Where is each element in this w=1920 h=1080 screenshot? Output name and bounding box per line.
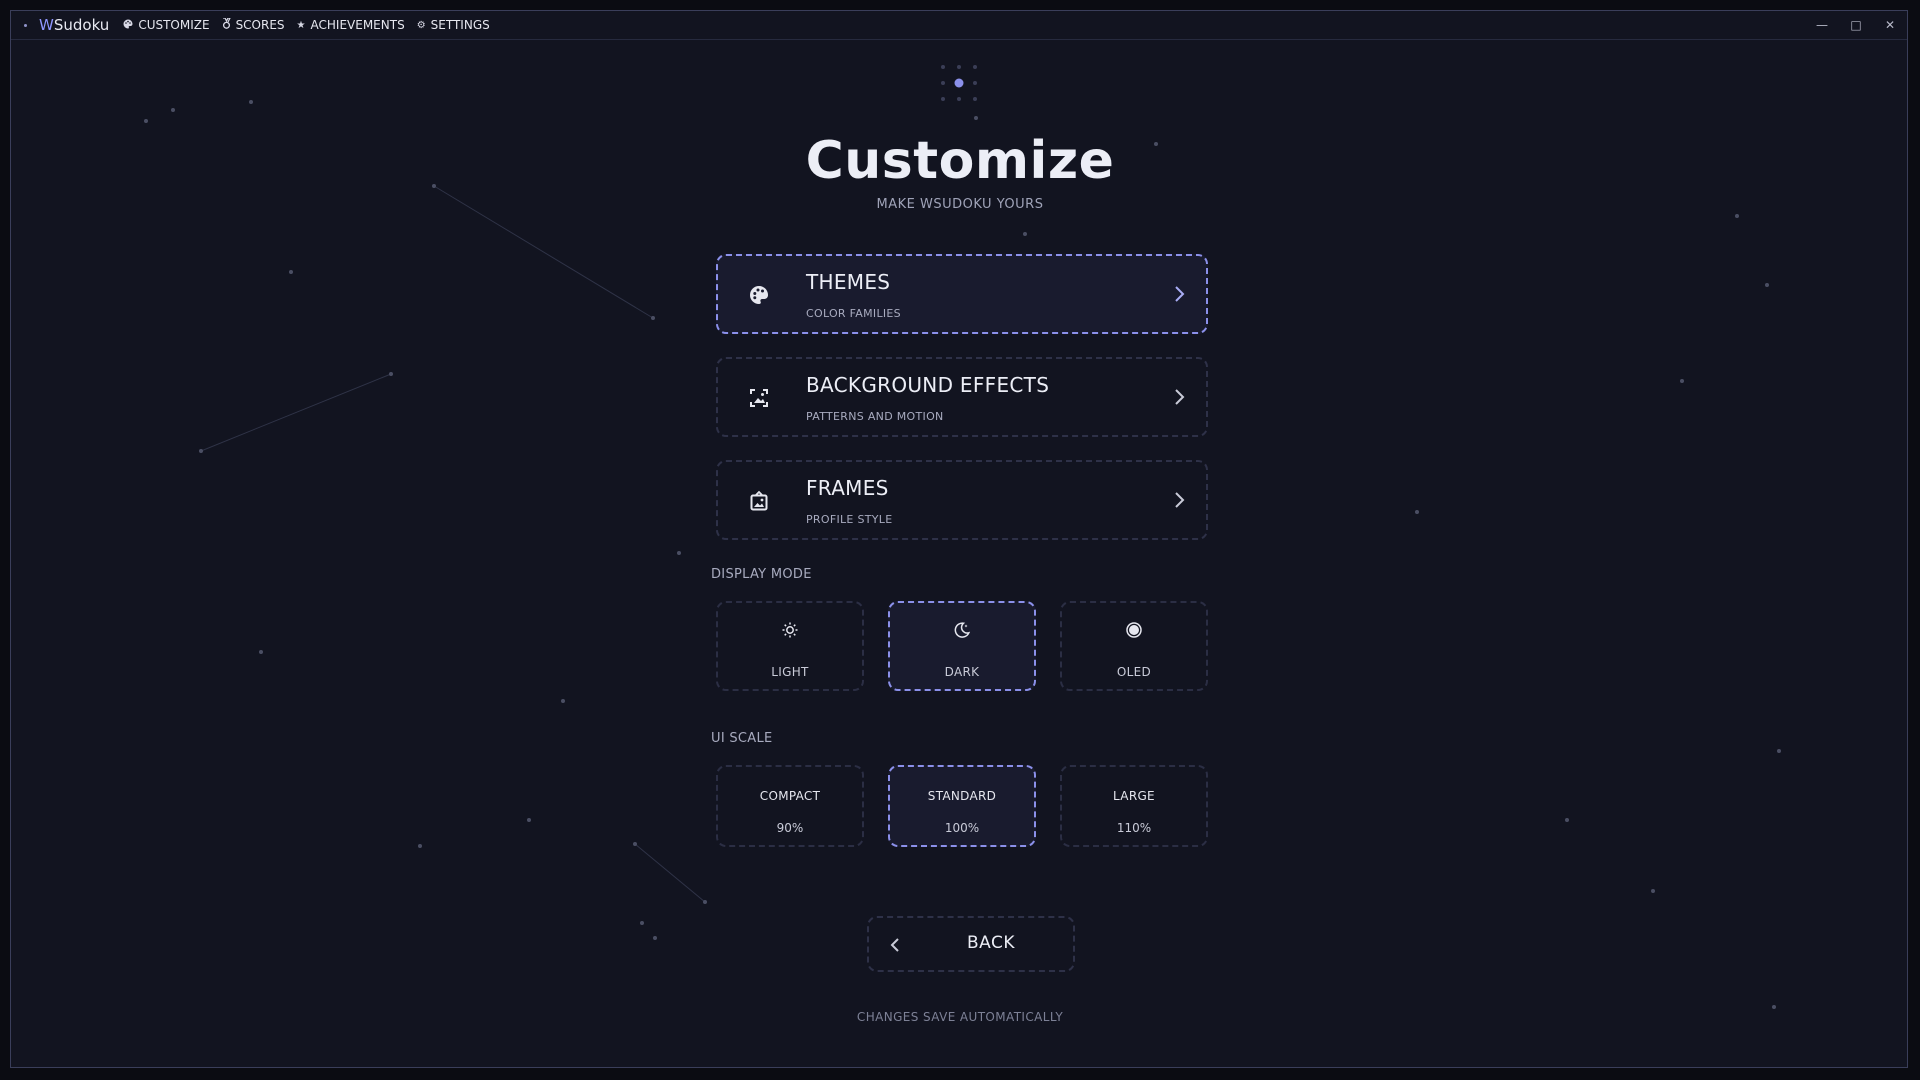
menu-card-subtitle: PATTERNS AND MOTION [806,410,944,423]
ui-scale-option-value: 110% [1116,821,1152,835]
menu-card-title: FRAMES [806,476,889,500]
back-button-label: BACK [966,933,1015,953]
menu-card-subtitle: COLOR FAMILIES [806,307,901,320]
image-frame-icon [750,389,768,407]
circle-dot-icon [1126,622,1142,638]
back-button[interactable]: BACK [867,916,1075,972]
portrait-frame-icon [750,490,768,511]
ui-scale-option-label: COMPACT [759,789,821,803]
main-content: Customize MAKE WSUDOKU YOURS THEMES COLO… [11,11,1907,1067]
chevron-right-icon [1175,492,1185,508]
autosave-note: CHANGES SAVE AUTOMATICALLY [856,1010,1064,1024]
display-mode-oled[interactable]: OLED [1060,601,1208,691]
page-title: Customize [805,131,1115,191]
display-mode-option-label: LIGHT [771,665,809,679]
chevron-right-icon [1175,286,1185,302]
page-subtitle: MAKE WSUDOKU YOURS [876,197,1044,212]
app-window: WSudoku CUSTOMIZE SCORES ★ ACHIEVEMENTS … [10,10,1908,1068]
ui-scale-option-value: 100% [944,821,980,835]
menu-card-title: BACKGROUND EFFECTS [806,373,1050,397]
ui-scale-standard[interactable]: STANDARD 100% [888,765,1036,847]
logo-dots-icon [941,65,977,101]
ui-scale-label: UI SCALE [711,731,773,746]
chevron-left-icon [890,938,899,952]
moon-icon [954,622,971,638]
display-mode-light[interactable]: LIGHT [716,601,864,691]
ui-scale-compact[interactable]: COMPACT 90% [716,765,864,847]
palette-icon [750,286,769,304]
menu-card-title: THEMES [806,270,891,294]
ui-scale-option-label: LARGE [1113,789,1155,803]
display-mode-option-label: DARK [944,665,980,679]
ui-scale-option-value: 90% [776,821,804,835]
chevron-right-icon [1175,389,1185,405]
display-mode-option-label: OLED [1116,665,1152,679]
menu-card-subtitle: PROFILE STYLE [806,513,893,526]
menu-card-themes[interactable]: THEMES COLOR FAMILIES [716,254,1208,334]
sun-icon [782,622,798,638]
menu-card-frames[interactable]: FRAMES PROFILE STYLE [716,460,1208,540]
menu-card-background-effects[interactable]: BACKGROUND EFFECTS PATTERNS AND MOTION [716,357,1208,437]
display-mode-dark[interactable]: DARK [888,601,1036,691]
ui-scale-large[interactable]: LARGE 110% [1060,765,1208,847]
ui-scale-option-label: STANDARD [927,789,997,803]
display-mode-label: DISPLAY MODE [711,567,812,582]
